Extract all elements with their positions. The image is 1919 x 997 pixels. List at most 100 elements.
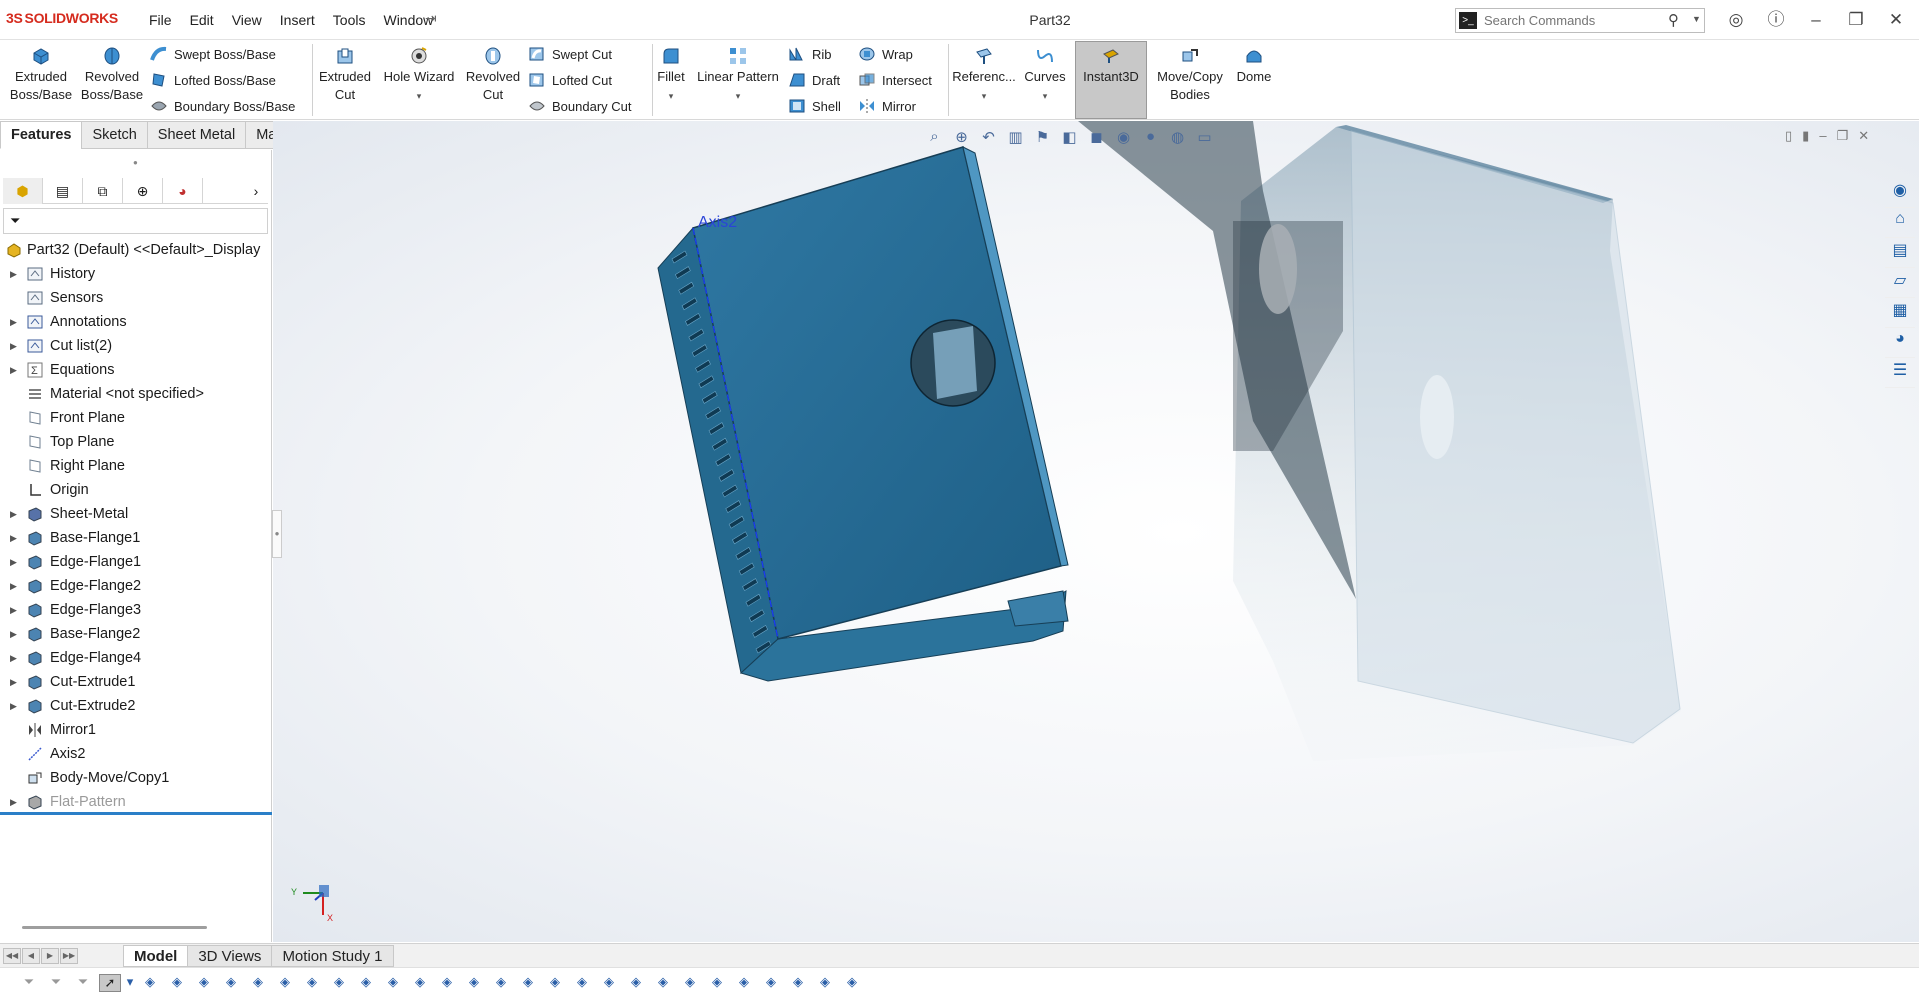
close-icon[interactable]: ✕ <box>1876 8 1916 32</box>
block-icon[interactable]: ◈ <box>679 974 701 992</box>
viewport-minimize-icon[interactable]: – <box>1819 128 1826 144</box>
chevron-right-icon[interactable]: › <box>244 178 268 204</box>
datum-icon[interactable]: ◈ <box>571 974 593 992</box>
apply-scene-icon[interactable]: ◍ <box>1165 128 1190 150</box>
filter-icon[interactable]: ⏷ <box>18 974 40 992</box>
swept-boss-button[interactable]: Swept Boss/Base <box>150 42 276 66</box>
file-explorer-icon[interactable]: ▱ <box>1885 270 1915 298</box>
bottom-tab-motion-study-1[interactable]: Motion Study 1 <box>271 944 394 967</box>
chevron-down-icon[interactable]: ▾ <box>417 91 422 101</box>
distance-icon[interactable]: ◈ <box>760 974 782 992</box>
boundary-boss-button[interactable]: Boundary Boss/Base <box>150 94 295 118</box>
expand-arrow-icon[interactable]: ▶ <box>10 358 17 382</box>
view-settings-icon[interactable]: ▭ <box>1192 128 1217 150</box>
sketch-segment-icon[interactable]: ◈ <box>382 974 404 992</box>
tree-item-base-flange2[interactable]: ▶ Base-Flange2 <box>0 622 272 646</box>
tree-item-axis2[interactable]: Axis2 <box>0 742 272 766</box>
expand-arrow-icon[interactable]: ▶ <box>10 502 17 526</box>
viewport-close-icon[interactable]: ✕ <box>1858 128 1869 144</box>
draft-button[interactable]: Draft <box>788 68 840 92</box>
hide-show-icon[interactable]: ◉ <box>1111 128 1136 150</box>
expand-arrow-icon[interactable]: ▶ <box>10 310 17 334</box>
sketch-select-icon[interactable]: ◈ <box>139 974 161 992</box>
edit-appearance-icon[interactable]: ● <box>1138 128 1163 150</box>
last-tab-icon[interactable]: ▶▶ <box>60 947 78 964</box>
tree-item-material-not-specified[interactable]: Material <not specified> <box>0 382 272 406</box>
measure-icon[interactable]: ◈ <box>787 974 809 992</box>
hole-callout-icon[interactable]: ◈ <box>652 974 674 992</box>
tree-filter[interactable]: ⏷ <box>3 208 268 234</box>
part-model[interactable]: Axis2 <box>273 121 1919 942</box>
menu-view[interactable]: View <box>223 12 271 28</box>
revolved-cut-button[interactable]: Revolved Cut <box>462 42 524 104</box>
expand-arrow-icon[interactable]: ▶ <box>10 574 17 598</box>
chevron-down-icon[interactable]: ▾ <box>1043 91 1048 101</box>
expand-arrow-icon[interactable]: ▶ <box>10 622 17 646</box>
menu-edit[interactable]: Edit <box>181 12 223 28</box>
search-icon[interactable]: ⚲ <box>1668 11 1679 29</box>
tree-item-sensors[interactable]: Sensors <box>0 286 272 310</box>
mirror-button[interactable]: Mirror <box>858 94 916 118</box>
tree-item-equations[interactable]: ▶ Σ Equations <box>0 358 272 382</box>
tree-item-edge-flange3[interactable]: ▶ Edge-Flange3 <box>0 598 272 622</box>
linear-pattern-button[interactable]: Linear Pattern ▾ <box>692 42 784 105</box>
solid-filter-icon[interactable]: ◈ <box>274 974 296 992</box>
tree-item-body-move-copy1[interactable]: Body-Move/Copy1 <box>0 766 272 790</box>
zoom-to-area-icon[interactable]: ⊕ <box>949 128 974 150</box>
chevron-down-icon[interactable]: ▾ <box>736 91 741 101</box>
reference-geometry-button[interactable]: Referenc... ▾ <box>950 42 1018 105</box>
tree-item-right-plane[interactable]: Right Plane <box>0 454 272 478</box>
horizontal-scrollbar[interactable] <box>22 926 207 929</box>
rollback-bar[interactable] <box>0 812 272 815</box>
expand-arrow-icon[interactable]: ▶ <box>10 550 17 574</box>
tile-left-icon[interactable]: ▯ <box>1785 128 1792 144</box>
chevron-down-icon[interactable]: ▼ <box>1692 14 1701 24</box>
swept-cut-button[interactable]: Swept Cut <box>528 42 612 66</box>
bottom-tab-3d-views[interactable]: 3D Views <box>187 944 273 967</box>
zoom-to-fit-icon[interactable]: ⌕ <box>922 128 947 150</box>
custom-properties-icon[interactable]: ☰ <box>1885 360 1915 388</box>
section-view-icon[interactable]: ▥ <box>1003 128 1028 150</box>
first-tab-icon[interactable]: ◀◀ <box>3 947 21 964</box>
lofted-cut-button[interactable]: Lofted Cut <box>528 68 612 92</box>
pin-icon[interactable]: ⇥ <box>425 10 437 27</box>
tree-root-part[interactable]: Part32 (Default) <<Default>_Display <box>0 238 272 262</box>
plane-filter-icon[interactable]: ◈ <box>328 974 350 992</box>
boundary-cut-button[interactable]: Boundary Cut <box>528 94 632 118</box>
tab-features[interactable]: Features <box>0 121 83 149</box>
solidworks-resources-icon[interactable]: ◉ <box>1885 180 1915 208</box>
restore-icon[interactable]: ❐ <box>1836 8 1876 32</box>
intersect-button[interactable]: Intersect <box>858 68 932 92</box>
lofted-boss-button[interactable]: Lofted Boss/Base <box>150 68 276 92</box>
revolved-boss-button[interactable]: Revolved Boss/Base <box>78 42 146 104</box>
edge-filter-icon[interactable]: ◈ <box>193 974 215 992</box>
help-icon[interactable]: ⓘ <box>1756 8 1796 32</box>
solidworks-logo[interactable]: 3S SOLIDWORKS <box>6 10 118 26</box>
gtol-icon[interactable]: ◈ <box>598 974 620 992</box>
dynamic-annotation-icon[interactable]: ⚑ <box>1030 128 1055 150</box>
expand-arrow-icon[interactable]: ▶ <box>10 670 17 694</box>
face-filter-icon[interactable]: ◈ <box>220 974 242 992</box>
tab-sheet-metal[interactable]: Sheet Metal <box>146 121 247 149</box>
panel-splitter[interactable]: ● <box>272 510 282 558</box>
expand-arrow-icon[interactable]: ▶ <box>10 334 17 358</box>
menu-tools[interactable]: Tools <box>324 12 375 28</box>
curves-button[interactable]: Curves ▾ <box>1020 42 1070 105</box>
filter-toggle-icon[interactable]: ⏷ <box>45 974 67 992</box>
axis-filter-icon[interactable]: ◈ <box>301 974 323 992</box>
mass-icon[interactable]: ◈ <box>814 974 836 992</box>
axis2-label[interactable]: Axis2 <box>698 214 737 231</box>
expand-arrow-icon[interactable]: ▶ <box>10 526 17 550</box>
tree-item-annotations[interactable]: ▶ Annotations <box>0 310 272 334</box>
dimxpertmanager-tab-icon[interactable]: ⊕ <box>123 178 163 204</box>
balloon-icon[interactable]: ◈ <box>544 974 566 992</box>
filter-select-icon[interactable]: ⏷ <box>72 974 94 992</box>
section-icon[interactable]: ◈ <box>841 974 863 992</box>
appearances-icon[interactable]: ◕ <box>1885 330 1915 358</box>
view-palette-icon[interactable]: ▦ <box>1885 300 1915 328</box>
tree-item-cut-extrude2[interactable]: ▶ Cut-Extrude2 <box>0 694 272 718</box>
display-style-icon[interactable]: ◼ <box>1084 128 1109 150</box>
note-icon[interactable]: ◈ <box>490 974 512 992</box>
wrap-button[interactable]: Wrap <box>858 42 913 66</box>
move-copy-bodies-button[interactable]: Move/Copy Bodies <box>1152 42 1228 104</box>
